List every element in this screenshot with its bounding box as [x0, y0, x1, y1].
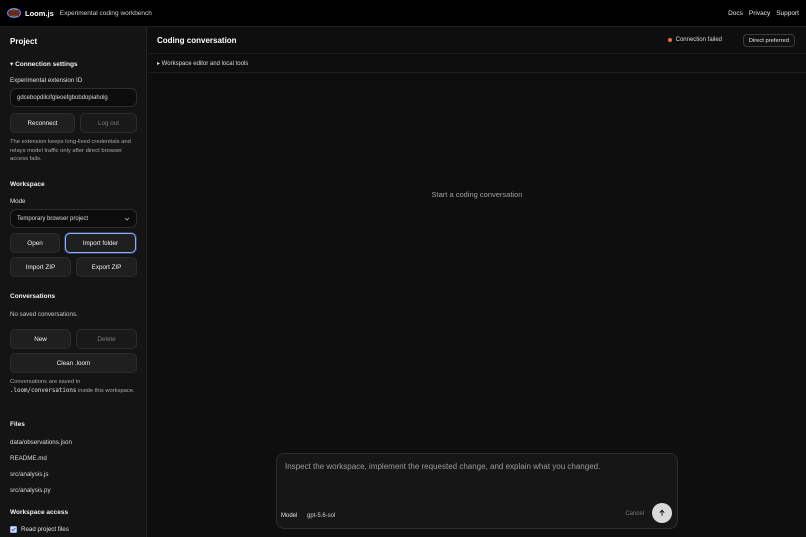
import-folder-button[interactable]: Import folder — [65, 233, 136, 253]
direct-preferred-badge[interactable]: Direct preferred — [742, 34, 795, 47]
conversations-heading: Conversations — [10, 293, 56, 300]
message-composer[interactable]: Inspect the workspace, implement the req… — [276, 453, 678, 529]
status-dot-icon — [667, 38, 672, 42]
read-files-label: Read project files — [21, 526, 69, 533]
new-conversation-button[interactable]: New — [10, 329, 71, 349]
empty-conversation-message: Start a coding conversation — [431, 190, 523, 199]
reconnect-button[interactable]: Reconnect — [10, 113, 75, 133]
note-prefix: Conversations are saved in — [10, 379, 81, 385]
extension-id-label: Experimental extension ID — [10, 77, 83, 84]
extension-id-value: gdcebopdilcifgleoefgbobdopiaholg — [17, 94, 108, 101]
extension-id-input[interactable]: gdcebopdilcifgleoefgbobdopiaholg — [10, 88, 137, 107]
read-files-checkbox[interactable] — [10, 526, 17, 533]
logo[interactable]: Loom.js — [7, 7, 60, 19]
loom-logo-icon — [7, 7, 21, 19]
sidebar-title: Project — [10, 37, 38, 46]
model-select[interactable]: gpt-5.6-sol — [307, 513, 335, 519]
file-item[interactable]: data/observations.json — [10, 439, 72, 446]
import-zip-button[interactable]: Import ZIP — [10, 257, 71, 277]
workspace-heading: Workspace — [10, 181, 45, 188]
logout-button[interactable]: Log out — [80, 113, 137, 133]
prompt-input[interactable]: Inspect the workspace, implement the req… — [285, 462, 600, 471]
conversation-title: Coding conversation — [157, 36, 237, 45]
note-path: .loom/conversations — [10, 387, 77, 394]
export-zip-button[interactable]: Export ZIP — [76, 257, 137, 277]
chevron-down-icon — [124, 217, 130, 221]
mode-select[interactable]: Temporary browser project — [10, 209, 137, 228]
files-heading: Files — [10, 421, 25, 428]
file-item[interactable]: src/analysis.js — [10, 471, 49, 478]
file-item[interactable]: src/analysis.py — [10, 487, 51, 494]
no-conversations-text: No saved conversations. — [10, 311, 78, 318]
checkbox-checked-icon — [11, 527, 16, 532]
send-button[interactable] — [652, 503, 672, 523]
workspace-tools-toggle[interactable]: ▸ Workspace editor and local tools — [148, 55, 806, 73]
delete-conversation-button[interactable]: Delete — [76, 329, 137, 349]
model-label: Model — [281, 513, 298, 519]
clean-loom-button[interactable]: Clean .loom — [10, 353, 137, 373]
mode-label: Mode — [10, 198, 26, 205]
workspace-tools-label: ▸ Workspace editor and local tools — [157, 61, 249, 67]
mode-select-value: Temporary browser project — [17, 215, 89, 222]
connection-status-text: Connection failed — [675, 37, 722, 43]
top-nav: Docs Privacy Support — [728, 10, 799, 17]
brand-name: Loom.js — [25, 8, 54, 18]
arrow-up-icon — [659, 509, 665, 516]
sidebar: Project ▾ Connection settings Experiment… — [0, 27, 147, 537]
connection-status: Connection failed — [667, 37, 722, 43]
open-button[interactable]: Open — [10, 233, 60, 253]
file-item[interactable]: README.md — [10, 455, 47, 462]
top-bar: Loom.js Experimental coding workbench Do… — [0, 0, 806, 27]
nav-support-link[interactable]: Support — [776, 10, 799, 17]
nav-docs-link[interactable]: Docs — [728, 10, 743, 17]
note-suffix: inside this workspace. — [77, 387, 135, 394]
workspace-access-heading: Workspace access — [10, 509, 69, 516]
conversation-header: Coding conversation Connection failed Di… — [148, 27, 806, 54]
tagline: Experimental coding workbench — [59, 9, 152, 17]
cancel-button[interactable]: Cancel — [625, 511, 644, 517]
connection-settings-toggle[interactable]: ▾ Connection settings — [10, 60, 78, 68]
connection-note: The extension keeps long-lived credentia… — [10, 139, 131, 162]
conversations-note: Conversations are saved in .loom/convers… — [10, 378, 135, 395]
nav-privacy-link[interactable]: Privacy — [749, 10, 770, 17]
